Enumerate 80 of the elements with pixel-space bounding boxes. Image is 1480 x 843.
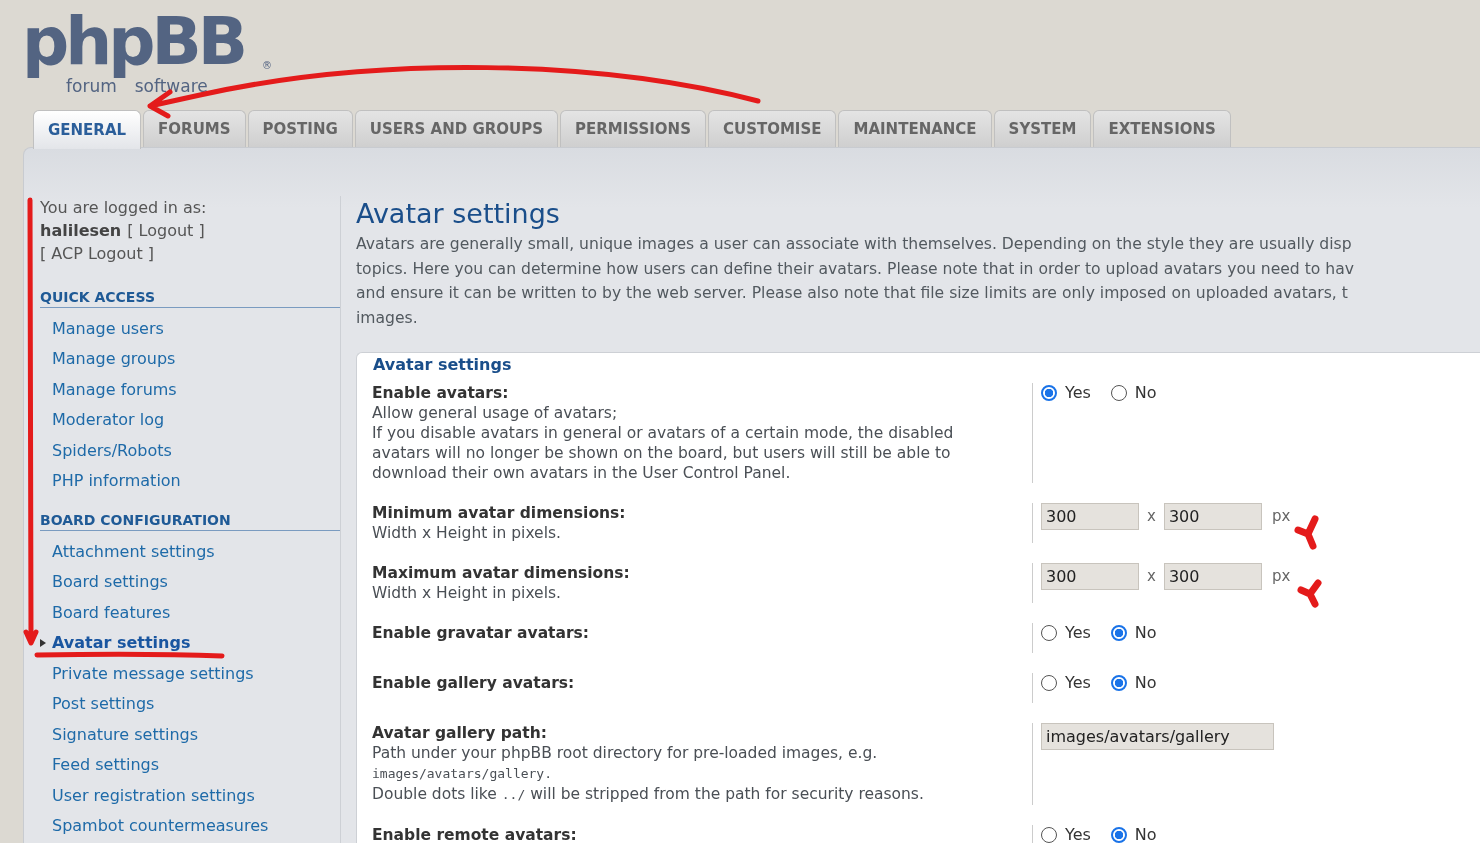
menu-link[interactable]: Manage forums bbox=[40, 374, 177, 405]
intro-text: topics. Here you can determine how users can define their avatars. Please note that in order to upload avatars you need to hav bbox=[356, 258, 1354, 280]
radio-option[interactable]: No bbox=[1110, 623, 1157, 642]
setting-label: Enable gravatar avatars: bbox=[372, 623, 591, 643]
menu-link[interactable]: Post settings bbox=[40, 688, 155, 719]
nav-tab[interactable]: CUSTOMISE bbox=[707, 110, 837, 147]
menu-link[interactable]: Spiders/Robots bbox=[40, 435, 172, 466]
width-input[interactable]: 300 bbox=[1041, 503, 1139, 530]
radio-button[interactable] bbox=[1041, 384, 1057, 401]
menu-link[interactable]: Spambot countermeasures bbox=[40, 810, 269, 841]
unit-label: px bbox=[1271, 566, 1291, 585]
nav-tab[interactable]: USERS AND GROUPS bbox=[354, 110, 558, 147]
times-sign: x bbox=[1147, 506, 1156, 525]
radio-button[interactable] bbox=[1041, 826, 1057, 843]
logout-link[interactable]: [ Logout ] bbox=[127, 219, 205, 242]
username: halilesen bbox=[40, 220, 122, 242]
radio-button[interactable] bbox=[1041, 674, 1057, 691]
nav-tab[interactable]: GENERAL bbox=[33, 110, 142, 149]
setting-label: Enable avatars: bbox=[372, 383, 510, 403]
unit-label: px bbox=[1271, 506, 1291, 525]
intro-text: images. bbox=[356, 307, 418, 329]
setting-explanation: Path under your phpBB root directory for pre-loaded images, e.g. bbox=[372, 743, 879, 763]
radio-option[interactable]: No bbox=[1110, 383, 1157, 402]
menu-link[interactable]: Private message settings bbox=[40, 658, 254, 689]
setting-explanation: Double dots like ../ will be stripped from the path for security reasons. bbox=[372, 784, 925, 805]
menu-link[interactable]: PHP information bbox=[40, 465, 181, 496]
setting-label: Enable remote avatars: bbox=[372, 825, 578, 843]
acp-logout-link[interactable]: [ ACP Logout ] bbox=[40, 242, 340, 265]
radio-button[interactable] bbox=[1110, 384, 1127, 401]
nav-tab[interactable]: MAINTENANCE bbox=[838, 110, 992, 147]
menu-link[interactable]: Manage groups bbox=[40, 343, 176, 374]
bullet-icon bbox=[40, 638, 46, 647]
menu-link[interactable]: Feed settings bbox=[40, 749, 160, 780]
menu-link[interactable]: Manage users bbox=[40, 313, 164, 344]
radio-button[interactable] bbox=[1110, 624, 1127, 641]
setting-label: Minimum avatar dimensions: bbox=[372, 503, 627, 523]
phpbb-logo: phpBB forum software ® bbox=[22, 6, 273, 98]
height-input[interactable]: 300 bbox=[1163, 503, 1262, 530]
check-mark-icon bbox=[1297, 579, 1322, 608]
radio-button[interactable] bbox=[1041, 624, 1057, 641]
setting-label: Enable gallery avatars: bbox=[372, 673, 576, 693]
fieldset-legend: Avatar settings bbox=[367, 355, 518, 375]
radio-button[interactable] bbox=[1110, 826, 1127, 843]
path-input[interactable]: images/avatars/gallery bbox=[1041, 723, 1274, 750]
setting-label: Maximum avatar dimensions: bbox=[372, 563, 631, 583]
setting-label: Avatar gallery path: bbox=[372, 723, 548, 743]
radio-option[interactable]: Yes bbox=[1041, 623, 1091, 642]
menu-link[interactable]: Avatar settings bbox=[40, 627, 191, 658]
nav-tab[interactable]: PERMISSIONS bbox=[560, 110, 706, 147]
menu-link[interactable]: Signature settings bbox=[40, 719, 199, 750]
radio-option[interactable]: No bbox=[1110, 673, 1157, 692]
setting-explanation: images/avatars/gallery. bbox=[372, 765, 553, 783]
radio-option[interactable]: Yes bbox=[1041, 825, 1091, 843]
setting-explanation: Width x Height in pixels. bbox=[372, 523, 562, 543]
menu-link[interactable]: User registration settings bbox=[40, 780, 255, 811]
intro-text: and ensure it can be written to by the web server. Please also note that file size limits are only imposed on uploaded avatars, t bbox=[356, 283, 1348, 304]
logged-in-label: You are logged in as: bbox=[40, 197, 208, 219]
width-input[interactable]: 300 bbox=[1041, 563, 1139, 590]
setting-explanation: If you disable avatars in general or avatars of a certain mode, the disabled avatars will no longer be shown on the board, but users will still be able to download their own avatars in the User Control Panel. bbox=[372, 423, 955, 483]
radio-option[interactable]: Yes bbox=[1041, 673, 1091, 692]
height-input[interactable]: 300 bbox=[1163, 563, 1262, 590]
nav-tab[interactable]: FORUMS bbox=[143, 110, 246, 147]
intro-text: Avatars are generally small, unique images a user can associate with themselves. Depending on the style they are usually disp bbox=[356, 234, 1352, 255]
nav-tab[interactable]: POSTING bbox=[247, 110, 353, 147]
times-sign: x bbox=[1147, 566, 1156, 585]
menu-link[interactable]: Board settings bbox=[40, 566, 168, 597]
nav-tab[interactable]: EXTENSIONS bbox=[1093, 110, 1231, 147]
setting-explanation: Allow general usage of avatars; bbox=[372, 403, 619, 423]
radio-button[interactable] bbox=[1110, 674, 1127, 691]
check-mark-icon bbox=[1294, 515, 1319, 550]
menu-link[interactable]: Moderator log bbox=[40, 404, 165, 435]
section-heading: BOARD CONFIGURATION bbox=[40, 512, 340, 531]
section-heading: QUICK ACCESS bbox=[40, 289, 340, 308]
setting-explanation: Width x Height in pixels. bbox=[372, 583, 562, 603]
page-title: Avatar settings bbox=[356, 197, 560, 231]
radio-option[interactable]: Yes bbox=[1041, 383, 1091, 402]
menu-link[interactable]: Attachment settings bbox=[40, 536, 215, 567]
menu-link[interactable]: Board features bbox=[40, 597, 171, 628]
radio-option[interactable]: No bbox=[1110, 825, 1157, 843]
nav-tab[interactable]: SYSTEM bbox=[993, 110, 1092, 147]
